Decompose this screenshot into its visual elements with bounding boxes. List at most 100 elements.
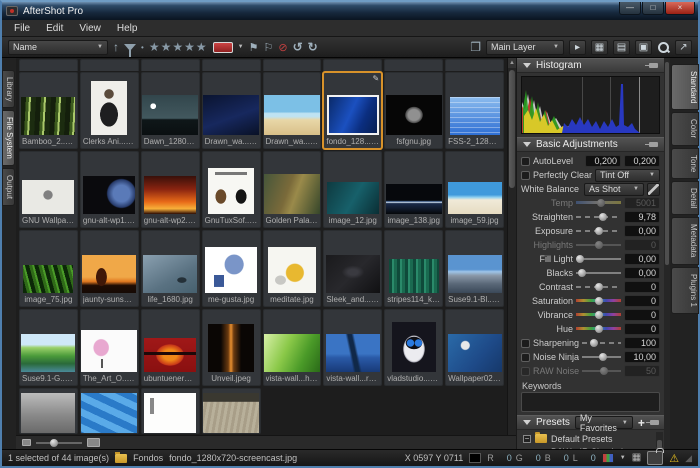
minimize-button[interactable]: — (619, 2, 641, 15)
thumbnail-cell[interactable] (323, 59, 382, 71)
tree-collapse-icon[interactable]: − (523, 435, 531, 443)
slider[interactable] (582, 352, 621, 362)
slider-value[interactable]: 0 (624, 309, 660, 321)
thumbnail-cell[interactable] (141, 59, 200, 71)
thumbnail-cell[interactable] (19, 388, 78, 434)
thumbnail-size-slider[interactable] (36, 442, 82, 444)
thumbnail-cell[interactable]: ✎fondo_128...ncast.jpg (323, 72, 382, 149)
browse-view-button[interactable]: ▤ (613, 40, 630, 55)
collapse-icon[interactable] (523, 63, 531, 68)
thumbnail-cell[interactable] (80, 388, 139, 434)
thumbnail-cell[interactable]: Sleek_and...nkahn.jpg (323, 230, 382, 307)
star-icon[interactable]: ★ (172, 40, 184, 54)
tab-file-system[interactable]: File System (2, 110, 15, 166)
slider[interactable] (576, 324, 621, 334)
pin-icon[interactable] (650, 420, 659, 425)
lock-button[interactable] (647, 451, 663, 465)
presets-header[interactable]: Presets My Favorites ▼ + (517, 415, 664, 430)
flag-reject-icon[interactable]: ⊘ (278, 41, 287, 54)
tab-output[interactable]: Output (2, 168, 15, 206)
pin-icon[interactable] (649, 63, 658, 68)
preset-folder-row[interactable]: − Default Presets (523, 432, 664, 445)
thumbnail-cell[interactable]: stripes114_kde.jpg (384, 230, 443, 307)
slider-value[interactable]: 9,78 (624, 211, 660, 223)
thumbnail-cell[interactable]: GNU Wallpaper 2.jpg (19, 151, 78, 228)
eyedropper-icon[interactable] (647, 183, 660, 196)
tab-standard[interactable]: Standard (671, 64, 699, 110)
slider-value[interactable]: 5001 (624, 197, 660, 209)
thumbnail-cell[interactable]: me-gusta.jpg (202, 230, 261, 307)
tab-plugins-1[interactable]: Plugins 1 (671, 267, 699, 314)
grid-scrollbar[interactable]: ▲ (507, 58, 516, 435)
title-bar[interactable]: AfterShot Pro — □ × (2, 2, 698, 20)
resize-grip[interactable]: ◢ (685, 453, 692, 464)
thumbnail-cell[interactable]: vista-wall...r-dock.jpg (323, 309, 382, 386)
slider-value[interactable]: 0 (624, 323, 660, 335)
tab-detail[interactable]: Detail (671, 181, 699, 215)
color-management-icon[interactable] (602, 453, 614, 463)
white-balance-select[interactable]: As Shot ▼ (584, 183, 644, 196)
add-preset-button[interactable]: + (638, 418, 645, 428)
close-button[interactable]: × (665, 2, 695, 15)
thumbnail-cell[interactable]: Bamboo_2...ysha.jpg (19, 72, 78, 149)
thumbnail-cell[interactable] (384, 59, 443, 71)
slider-knob[interactable] (595, 283, 603, 291)
slider-knob[interactable] (576, 255, 584, 263)
star-icon[interactable]: ★ (161, 40, 173, 54)
slider-knob[interactable] (590, 339, 598, 347)
autolevel-value-2[interactable]: 0,200 (624, 155, 660, 167)
maximize-button[interactable]: □ (642, 2, 664, 15)
slider[interactable] (576, 226, 621, 236)
proofing-icon[interactable]: ▦ (632, 452, 641, 464)
thumbnail-cell[interactable]: Golden Palace.jpg (263, 151, 322, 228)
pin-icon[interactable] (649, 142, 658, 147)
thumbnail-cell[interactable]: Drawn_wa...332_.jpg (263, 72, 322, 149)
collapse-icon[interactable] (523, 142, 531, 147)
thumbnail-cell[interactable]: Wallpaper02.jpg (445, 309, 504, 386)
color-label-caret-icon[interactable]: ▼ (238, 44, 244, 50)
warning-icon[interactable]: ⚠ (669, 452, 679, 465)
rotate-right-icon[interactable]: ↻ (308, 40, 318, 54)
slider[interactable] (582, 338, 621, 348)
star-icon[interactable]: ★ (184, 40, 196, 54)
thumbnail-cell[interactable] (202, 59, 261, 71)
slider[interactable] (576, 240, 621, 250)
slider[interactable] (576, 254, 621, 264)
thumbnail-cell[interactable]: ubuntuenergy.jpg (141, 309, 200, 386)
thumbnail-cell[interactable]: image_59.jpg (445, 151, 504, 228)
slider-value[interactable]: 0 (624, 281, 660, 293)
sort-by-select[interactable]: Name ▼ (8, 40, 108, 55)
thumbnail-view-button[interactable]: ▦ (591, 40, 608, 55)
menu-edit[interactable]: Edit (38, 22, 71, 35)
slider-knob[interactable] (597, 199, 605, 207)
slider-knob[interactable] (600, 367, 608, 375)
rotate-left-icon[interactable]: ↺ (293, 40, 303, 54)
slider-knob[interactable] (595, 297, 603, 305)
slider-value[interactable]: 100 (624, 337, 660, 349)
no-rating-icon[interactable]: • (141, 43, 144, 52)
slider-knob[interactable] (599, 353, 607, 361)
autolevel-checkbox[interactable] (521, 157, 530, 166)
menu-help[interactable]: Help (109, 22, 146, 35)
autolevel-value-1[interactable]: 0,200 (585, 155, 621, 167)
basic-adjustments-header[interactable]: Basic Adjustments (517, 137, 664, 152)
slider-knob[interactable] (595, 311, 603, 319)
thumbnail-cell[interactable]: jaunty-sunset.jpg (80, 230, 139, 307)
presets-scrollbar[interactable] (656, 432, 663, 447)
tab-library[interactable]: Library (2, 70, 15, 108)
thumbnail-cell[interactable]: FSS-2_1280.jpg (445, 72, 504, 149)
thumbnail-cell[interactable]: gnu-alt-wp2.jpg (141, 151, 200, 228)
checkbox[interactable] (521, 339, 530, 348)
sort-ascending-icon[interactable]: ↑ (113, 40, 119, 54)
thumbnail-cell[interactable]: gnu-alt-wp1.jpg (80, 151, 139, 228)
slider-knob[interactable] (595, 325, 603, 333)
thumbnail-cell[interactable]: vladstudio...0x1024.jpg (384, 309, 443, 386)
star-icon[interactable]: ★ (196, 40, 208, 54)
thumbnail-cell[interactable]: image_138.jpg (384, 151, 443, 228)
layers-icon[interactable]: ❐ (470, 40, 481, 54)
slider-value[interactable]: 0 (624, 295, 660, 307)
thumbnail-cell[interactable]: fsfgnu.jpg (384, 72, 443, 149)
thumbnail-cell[interactable] (202, 388, 261, 434)
tab-tone[interactable]: Tone (671, 148, 699, 179)
slider[interactable] (576, 282, 621, 292)
